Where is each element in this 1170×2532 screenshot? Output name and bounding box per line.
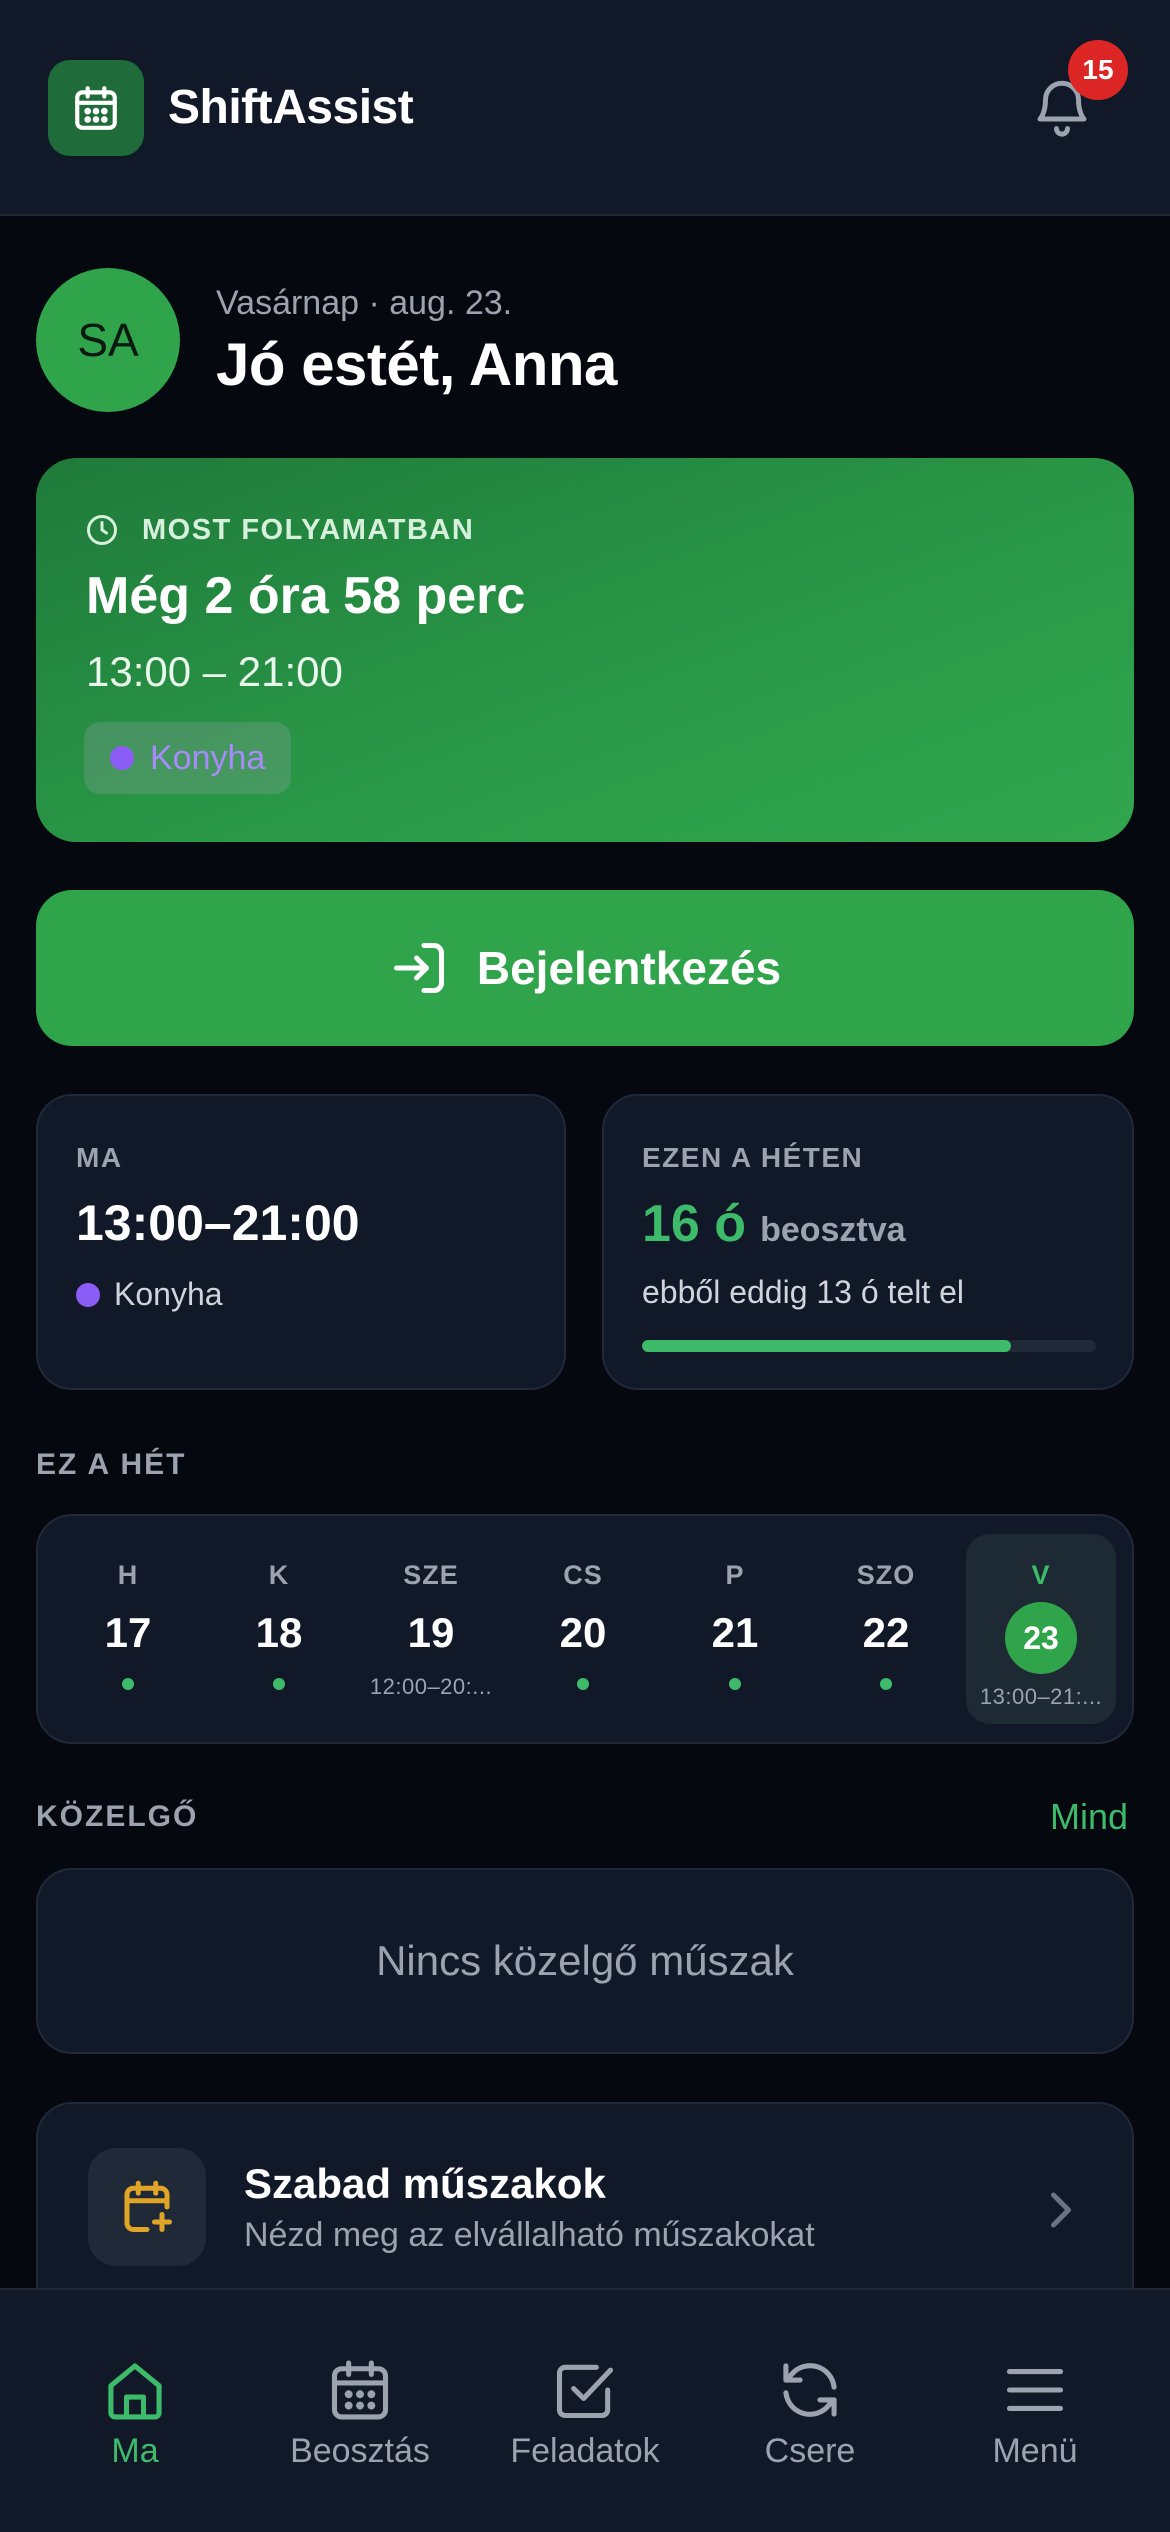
greeting-title: Jó estét, Anna: [216, 331, 617, 398]
shift-indicator-dot: [729, 1678, 741, 1690]
day-number: 18: [255, 1609, 303, 1656]
day-name: K: [268, 1560, 290, 1590]
this-week-hours: 16 ó beosztva: [642, 1194, 906, 1254]
chevron-right-icon: [1046, 2190, 1076, 2230]
shift-indicator-dot: [122, 1678, 134, 1690]
day-name: V: [1031, 1560, 1051, 1590]
checkin-label: Bejelentkezés: [476, 942, 782, 994]
avatar[interactable]: SA: [36, 268, 180, 412]
today-location: Konyha: [76, 1276, 223, 1313]
home-icon: [108, 2363, 162, 2420]
clock-icon: [87, 515, 117, 545]
week-day-20[interactable]: CS 20: [508, 1534, 658, 1724]
calendar-icon: [75, 86, 117, 130]
day-shift-time: 12:00–20:...: [369, 1674, 493, 1699]
nav-item-feladatok[interactable]: Feladatok: [485, 2356, 685, 2476]
day-name: H: [117, 1560, 139, 1590]
nav-item-csere[interactable]: Csere: [710, 2356, 910, 2476]
week-progress-bar: [642, 1340, 1096, 1352]
hours-value: 16 ó: [642, 1195, 747, 1253]
day-number-selected: 23: [1005, 1602, 1077, 1674]
checkin-button[interactable]: Bejelentkezés: [36, 890, 1134, 1046]
week-day-17[interactable]: H 17: [53, 1534, 203, 1724]
day-number: 22: [862, 1609, 910, 1656]
day-number: 20: [559, 1609, 607, 1656]
week-progress-fill: [642, 1340, 1011, 1352]
shift-indicator-dot: [577, 1678, 589, 1690]
week-day-19[interactable]: SZE 19 12:00–20:...: [356, 1534, 506, 1724]
this-week-label: EZEN A HÉTEN: [642, 1142, 864, 1173]
open-shifts-icon-box: [88, 2148, 206, 2266]
app-logo: [48, 60, 144, 156]
nav-label: Feladatok: [510, 2432, 660, 2470]
app-title: ShiftAssist: [168, 81, 414, 134]
day-number: 17: [104, 1609, 152, 1656]
date-line: Vasárnap · aug. 23.: [216, 284, 513, 322]
day-name: P: [725, 1560, 745, 1590]
empty-state-text: Nincs közelgő műszak: [376, 1937, 794, 1984]
open-shifts-subtitle: Nézd meg az elvállalható műszakokat: [244, 2216, 815, 2254]
calendar-plus-icon: [124, 2180, 172, 2232]
menu-icon: [1006, 2369, 1064, 2411]
hours-suffix: beosztva: [760, 1211, 906, 1249]
week-day-23[interactable]: V 23 13:00–21:...: [966, 1534, 1116, 1724]
location-dot: [110, 746, 134, 770]
nav-label: Beosztás: [290, 2432, 430, 2470]
day-number: 19: [407, 1609, 455, 1656]
week-day-18[interactable]: K 18: [204, 1534, 354, 1724]
swap-icon: [783, 2363, 837, 2417]
day-name: CS: [563, 1560, 603, 1590]
elapsed-text: ebből eddig 13 ó telt el: [642, 1274, 965, 1310]
nav-label: Menü: [992, 2432, 1078, 2470]
today-location-label: Konyha: [114, 1276, 223, 1312]
nav-item-beosztas[interactable]: Beosztás: [260, 2356, 460, 2476]
day-number: 21: [711, 1609, 759, 1656]
location-dot: [76, 1282, 100, 1307]
week-day-22[interactable]: SZO 22: [811, 1534, 961, 1724]
shift-indicator-dot: [273, 1678, 285, 1690]
upcoming-section-label: KÖZELGŐ: [36, 1800, 199, 1833]
current-shift-header: MOST FOLYAMATBAN: [84, 512, 474, 548]
nav-label: Ma: [111, 2432, 159, 2470]
day-shift-time: 13:00–21:...: [979, 1684, 1103, 1709]
notification-badge: 15: [1068, 40, 1128, 100]
day-name: SZO: [856, 1560, 916, 1590]
upcoming-empty-card: Nincs közelgő műszak: [36, 1868, 1134, 2054]
location-pill: Konyha: [84, 722, 292, 794]
week-day-21[interactable]: P 21: [660, 1534, 810, 1724]
today-label: MA: [76, 1142, 123, 1173]
open-shifts-title: Szabad műszakok: [244, 2160, 606, 2207]
login-icon: [393, 943, 444, 993]
see-all-link[interactable]: Mind: [1050, 1796, 1128, 1838]
week-section-label: EZ A HÉT: [36, 1448, 187, 1481]
today-time: 13:00–21:00: [76, 1195, 360, 1251]
shift-indicator-dot: [880, 1678, 892, 1690]
location-label: Konyha: [150, 738, 266, 777]
shift-time-range: 13:00 – 21:00: [86, 648, 343, 695]
day-name: SZE: [403, 1560, 459, 1590]
current-shift-label: MOST FOLYAMATBAN: [142, 513, 475, 546]
nav-label: Csere: [764, 2432, 856, 2470]
nav-item-menu[interactable]: Menü: [935, 2356, 1135, 2476]
remaining-time: Még 2 óra 58 perc: [86, 567, 526, 625]
checkbox-icon: [556, 2364, 614, 2419]
calendar-icon: [331, 2360, 389, 2420]
nav-item-ma[interactable]: Ma: [35, 2356, 235, 2476]
